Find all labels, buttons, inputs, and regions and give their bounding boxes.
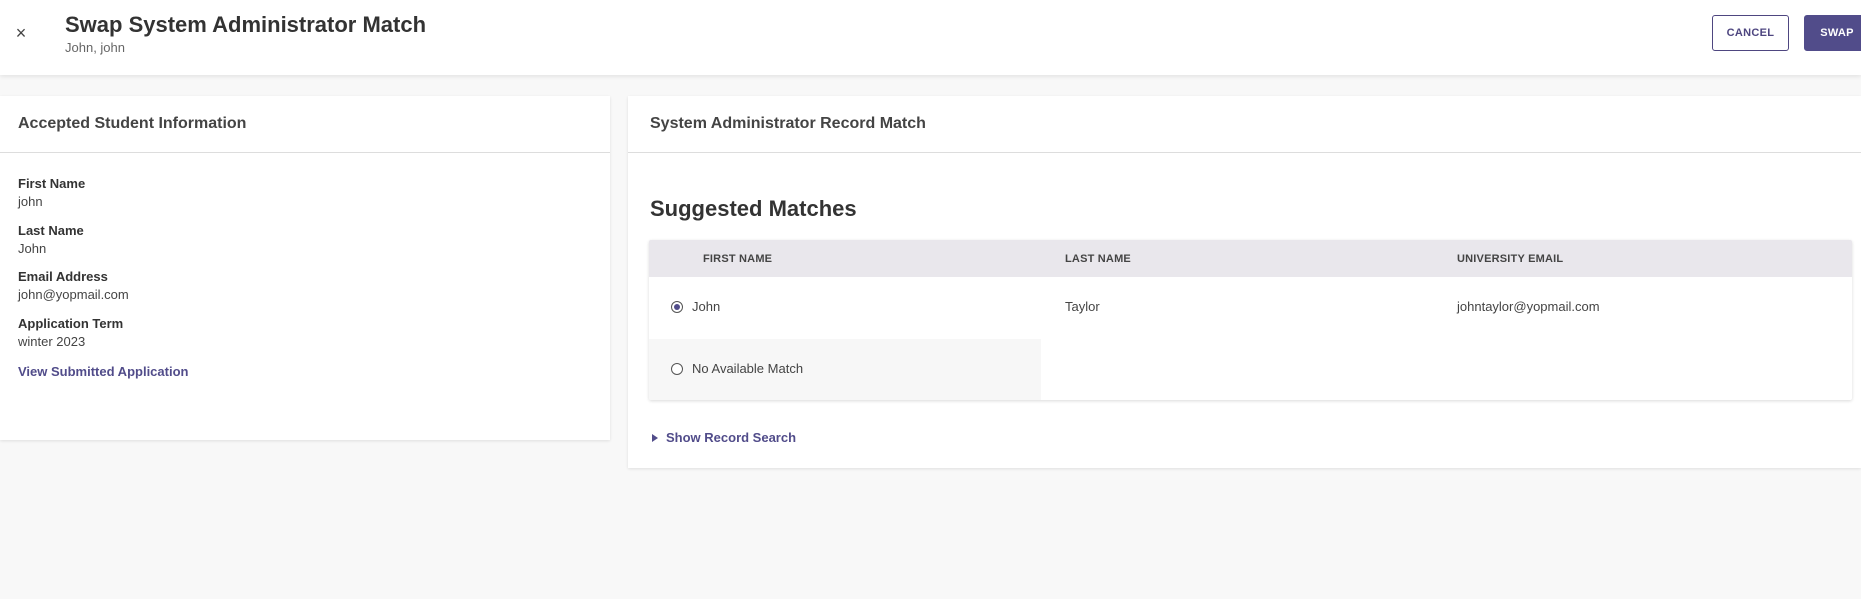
record-match-card: System Administrator Record Match Sugges… (628, 96, 1861, 468)
page-subtitle: John, john (65, 40, 125, 55)
first-name-label: First Name (18, 176, 86, 191)
row-university-email: johntaylor@yopmail.com (1457, 299, 1600, 314)
close-icon[interactable]: × (10, 22, 32, 44)
table-row[interactable]: John Taylor johntaylor@yopmail.com (649, 277, 1852, 339)
email-address-label: Email Address (18, 269, 108, 284)
column-header-last-name: LAST NAME (1065, 253, 1131, 265)
table-row[interactable]: No Available Match (649, 339, 1852, 400)
view-submitted-application-link[interactable]: View Submitted Application (18, 364, 188, 379)
column-header-university-email: UNIVERSITY EMAIL (1457, 253, 1564, 265)
row-last-name: Taylor (1065, 299, 1100, 314)
show-record-search-toggle[interactable]: Show Record Search (652, 430, 796, 445)
row-first-name: John (692, 299, 721, 314)
application-term-label: Application Term (18, 316, 124, 331)
last-name-label: Last Name (18, 223, 84, 238)
suggested-matches-title: Suggested Matches (650, 196, 857, 221)
swap-button[interactable]: SWAP (1804, 15, 1861, 51)
no-match-radio[interactable] (671, 363, 683, 375)
record-match-card-title: System Administrator Record Match (628, 96, 1861, 153)
first-name-value: john (18, 194, 43, 209)
last-name-value: John (18, 241, 47, 256)
application-term-value: winter 2023 (18, 334, 86, 349)
table-header: FIRST NAME LAST NAME UNIVERSITY EMAIL (649, 240, 1852, 277)
cancel-button[interactable]: CANCEL (1712, 15, 1789, 51)
caret-right-icon (652, 433, 658, 442)
show-record-search-label: Show Record Search (666, 430, 797, 445)
column-header-first-name: FIRST NAME (703, 253, 773, 265)
match-radio-selected[interactable] (671, 301, 683, 313)
top-bar: × Swap System Administrator Match John, … (0, 0, 1861, 75)
page-title: Swap System Administrator Match (65, 12, 427, 37)
accepted-student-card: Accepted Student Information First Name … (0, 96, 610, 440)
accepted-student-card-title: Accepted Student Information (0, 96, 610, 153)
email-address-value: john@yopmail.com (18, 287, 129, 302)
no-available-match-label: No Available Match (692, 361, 804, 376)
suggested-matches-table: FIRST NAME LAST NAME UNIVERSITY EMAIL Jo… (649, 240, 1852, 400)
